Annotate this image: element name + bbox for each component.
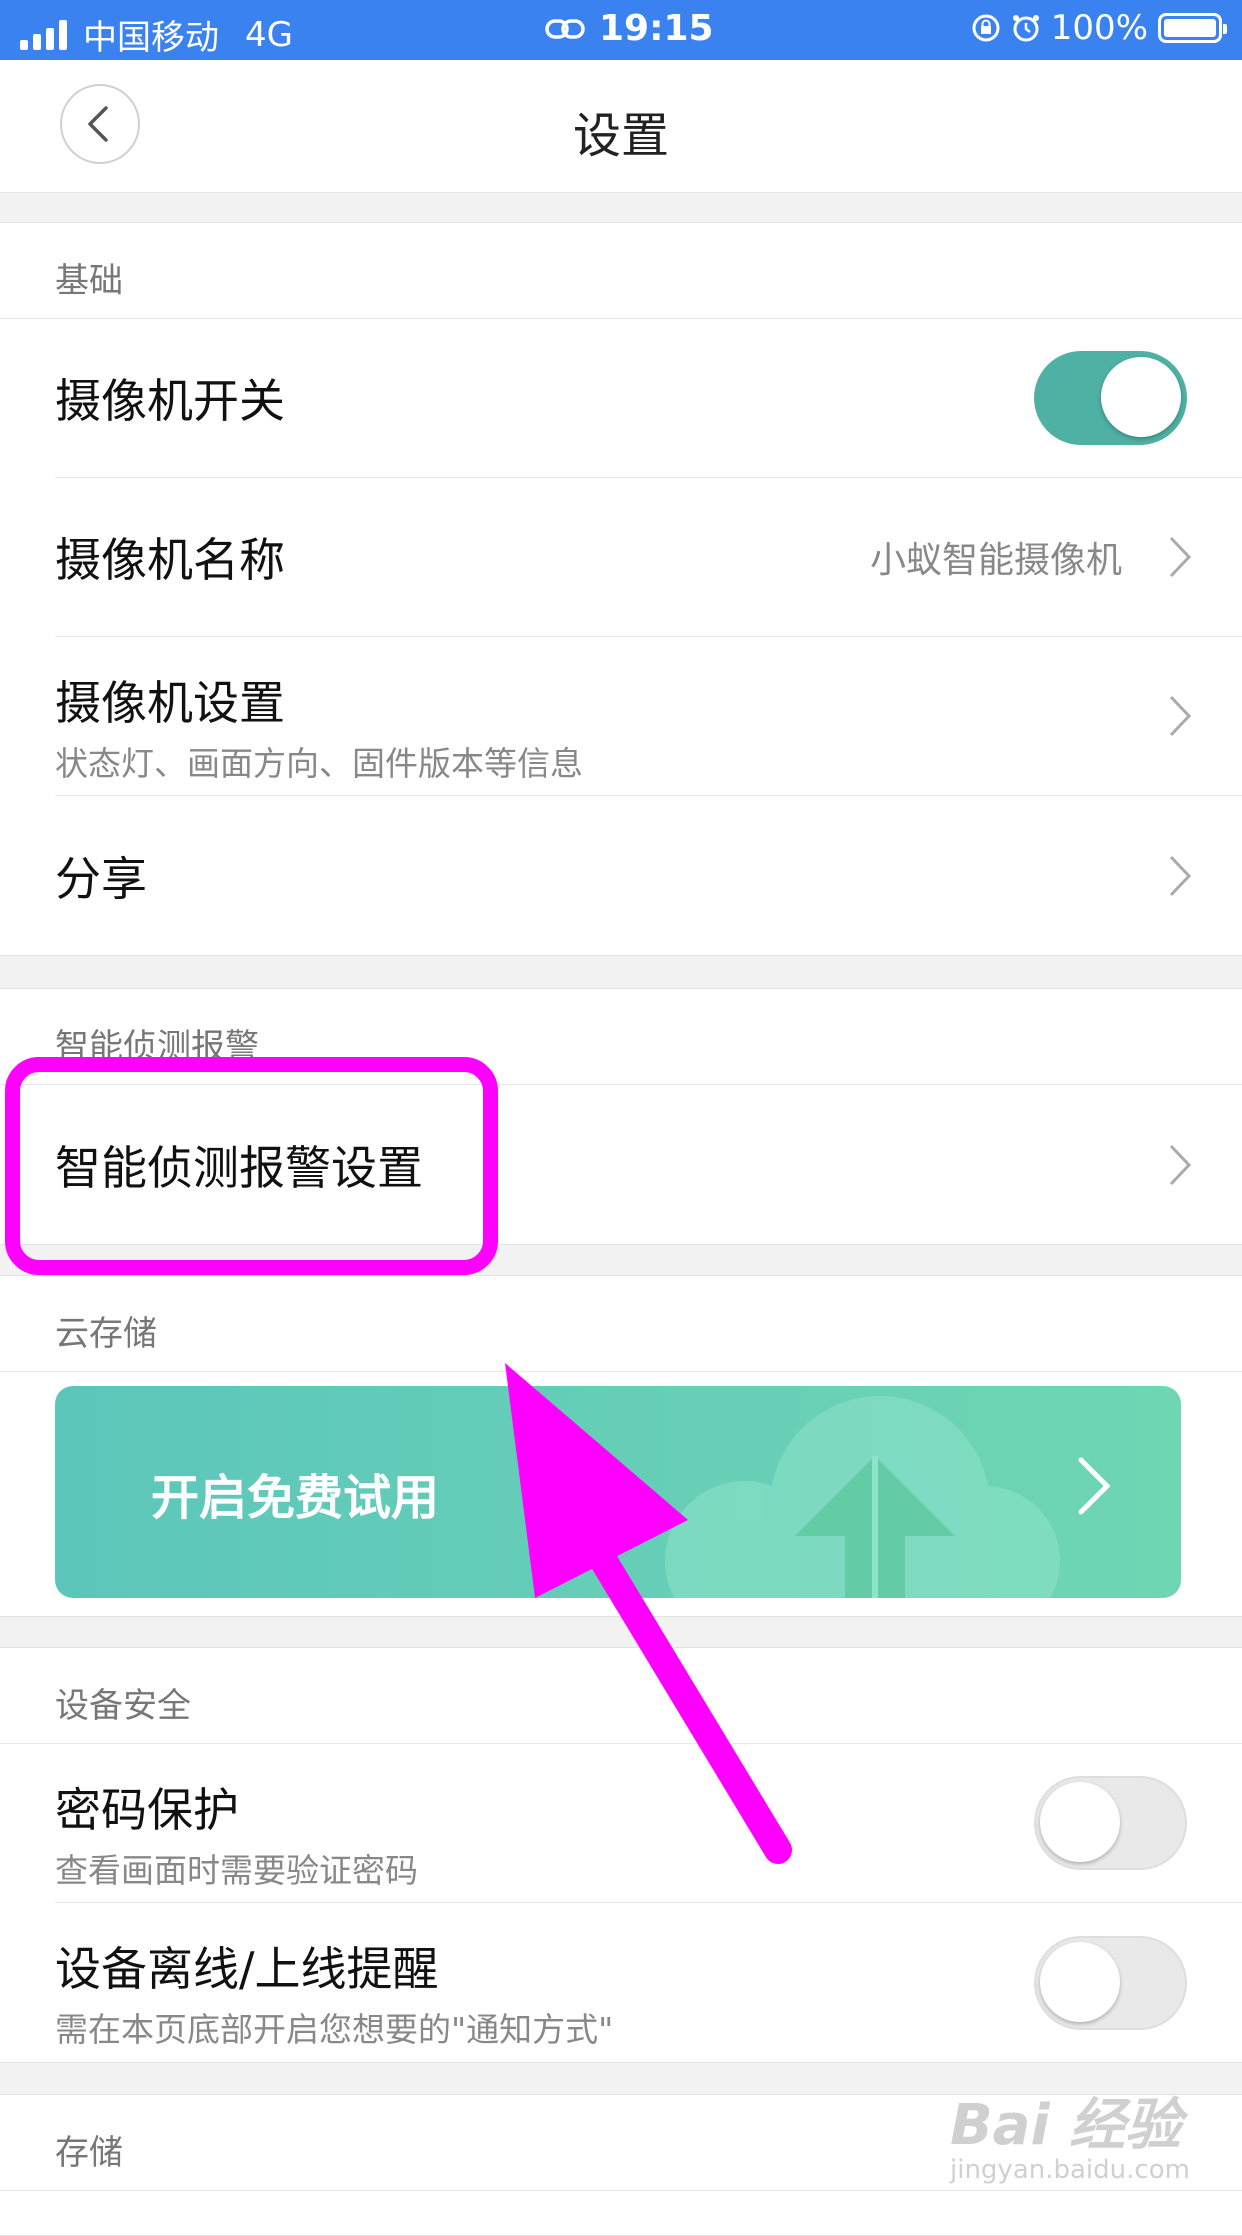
annotation-highlight-box <box>5 1057 498 1275</box>
chevron-right-icon <box>1169 855 1192 896</box>
chevron-right-icon <box>1169 1144 1192 1185</box>
section-security-title: 设备安全 <box>0 1648 1242 1744</box>
offline-alert-subtitle: 需在本页底部开启您想要的"通知方式" <box>55 2010 614 2049</box>
toggle-knob <box>1101 357 1181 437</box>
link-icon <box>545 18 585 39</box>
free-trial-label: 开启免费试用 <box>151 1470 440 1526</box>
status-right: 100% <box>971 8 1227 48</box>
share-row[interactable]: 分享 <box>55 796 1242 955</box>
network-type: 4G <box>245 14 293 55</box>
carrier-name: 中国移动 <box>83 18 219 58</box>
section-basic: 基础 摄像机开关 摄像机名称 小蚁智能摄像机 摄像机设置 状态灯、画面方向、固件… <box>0 222 1242 956</box>
watermark: Bai 经验 jingyan.baidu.com <box>950 2080 1190 2185</box>
toggle-knob <box>1040 1941 1120 2022</box>
password-label: 密码保护 <box>55 1783 239 1837</box>
password-toggle[interactable] <box>1034 1776 1187 1870</box>
rotation-lock-icon <box>972 14 1000 42</box>
signal-icon <box>20 19 67 50</box>
status-time: 19:15 <box>599 8 714 49</box>
battery-percent: 100% <box>1050 8 1148 48</box>
section-cloud-title: 云存储 <box>0 1276 1242 1372</box>
chevron-right-icon <box>1078 1457 1111 1515</box>
camera-settings-label: 摄像机设置 <box>55 676 285 730</box>
watermark-logo: Bai 经验 <box>950 2093 1182 2158</box>
camera-settings-subtitle: 状态灯、画面方向、固件版本等信息 <box>55 744 583 783</box>
chevron-right-icon <box>1169 536 1192 578</box>
offline-alert-toggle[interactable] <box>1034 1935 1187 2030</box>
status-bar: 中国移动 4G 19:15 100% <box>0 0 1242 60</box>
offline-alert-row: 设备离线/上线提醒 需在本页底部开启您想要的"通知方式" <box>55 1903 1242 2062</box>
camera-switch-row: 摄像机开关 <box>55 319 1242 478</box>
alarm-icon <box>1012 15 1039 42</box>
cloud-upload-icon <box>665 1396 1060 1598</box>
free-trial-banner[interactable]: 开启免费试用 <box>55 1386 1181 1598</box>
status-left: 中国移动 4G <box>20 10 293 59</box>
password-subtitle: 查看画面时需要验证密码 <box>55 1851 418 1890</box>
offline-alert-label: 设备离线/上线提醒 <box>55 1942 439 1996</box>
camera-switch-label: 摄像机开关 <box>55 374 285 428</box>
page-title: 设置 <box>572 108 669 164</box>
password-row: 密码保护 查看画面时需要验证密码 <box>55 1744 1242 1903</box>
section-basic-title: 基础 <box>0 223 1242 319</box>
toggle-knob <box>1040 1782 1120 1862</box>
battery-icon <box>1158 13 1227 43</box>
chevron-right-icon <box>1169 695 1192 737</box>
share-label: 分享 <box>55 851 147 906</box>
camera-switch-toggle[interactable] <box>1034 351 1187 445</box>
watermark-url: jingyan.baidu.com <box>950 2155 1190 2185</box>
camera-settings-row[interactable]: 摄像机设置 状态灯、画面方向、固件版本等信息 <box>55 637 1242 796</box>
section-security: 设备安全 密码保护 查看画面时需要验证密码 设备离线/上线提醒 需在本页底部开启… <box>0 1647 1242 2063</box>
camera-name-value: 小蚁智能摄像机 <box>869 540 1122 581</box>
camera-name-label: 摄像机名称 <box>55 533 285 587</box>
status-center: 19:15 <box>545 8 714 49</box>
camera-name-row[interactable]: 摄像机名称 小蚁智能摄像机 <box>55 478 1242 637</box>
nav-header: 设置 <box>0 60 1242 193</box>
